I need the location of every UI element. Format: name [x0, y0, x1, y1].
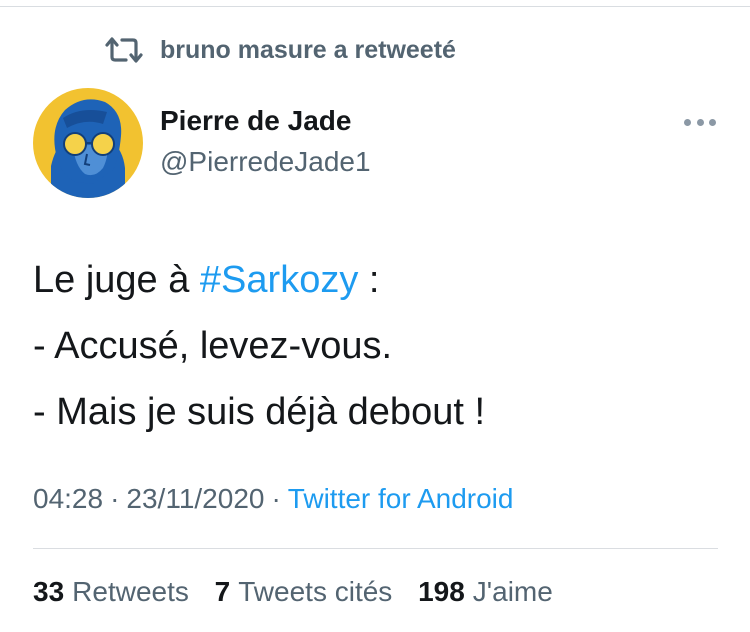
retweet-context[interactable]: bruno masure a retweeté	[104, 34, 456, 66]
tweet-line-1: Le juge à #Sarkozy :	[33, 247, 723, 313]
hashtag-link[interactable]: #Sarkozy	[200, 259, 358, 301]
stats-divider	[33, 548, 718, 549]
more-dot	[684, 118, 691, 126]
retweets-count: 33	[33, 576, 65, 607]
meta-separator: ·	[271, 483, 281, 514]
tweet-time[interactable]: 04:28	[33, 483, 103, 514]
likes-count: 198	[418, 576, 465, 607]
quote-tweets-label: Tweets cités	[238, 576, 393, 607]
likes-stat[interactable]: 198 J'aime	[418, 576, 553, 608]
retweets-label: Retweets	[72, 576, 189, 607]
meta-separator: ·	[110, 483, 120, 514]
more-dot	[709, 118, 716, 126]
avatar[interactable]	[33, 88, 143, 198]
more-dot	[696, 118, 704, 126]
likes-label: J'aime	[472, 576, 553, 607]
author-display-name[interactable]: Pierre de Jade	[160, 105, 351, 137]
author-handle[interactable]: @PierredeJade1	[160, 146, 371, 178]
tweet-stats: 33 Retweets 7 Tweets cités 198 J'aime	[33, 576, 571, 608]
retweets-stat[interactable]: 33 Retweets	[33, 576, 189, 608]
tweet-line-1-suffix: :	[358, 259, 380, 301]
quote-tweets-count: 7	[214, 576, 231, 607]
quote-tweets-stat[interactable]: 7 Tweets cités	[215, 576, 393, 608]
tweet-line-2: - Accusé, levez-vous.	[33, 325, 393, 367]
tweet-line-3: - Mais je suis déjà debout !	[33, 391, 486, 433]
tweet-text: Le juge à #Sarkozy : - Accusé, levez-vou…	[33, 247, 723, 445]
retweet-icon	[104, 35, 144, 65]
top-divider	[0, 6, 750, 7]
more-horizontal-icon[interactable]	[684, 114, 716, 130]
tweet-date[interactable]: 23/11/2020	[126, 483, 264, 514]
tweet-meta: 04:28 · 23/11/2020 · Twitter for Android	[33, 483, 513, 515]
tweet-line-1-prefix: Le juge à	[33, 259, 200, 301]
retweet-context-text[interactable]: bruno masure a retweeté	[160, 36, 456, 65]
tweet-source-link[interactable]: Twitter for Android	[288, 483, 514, 514]
